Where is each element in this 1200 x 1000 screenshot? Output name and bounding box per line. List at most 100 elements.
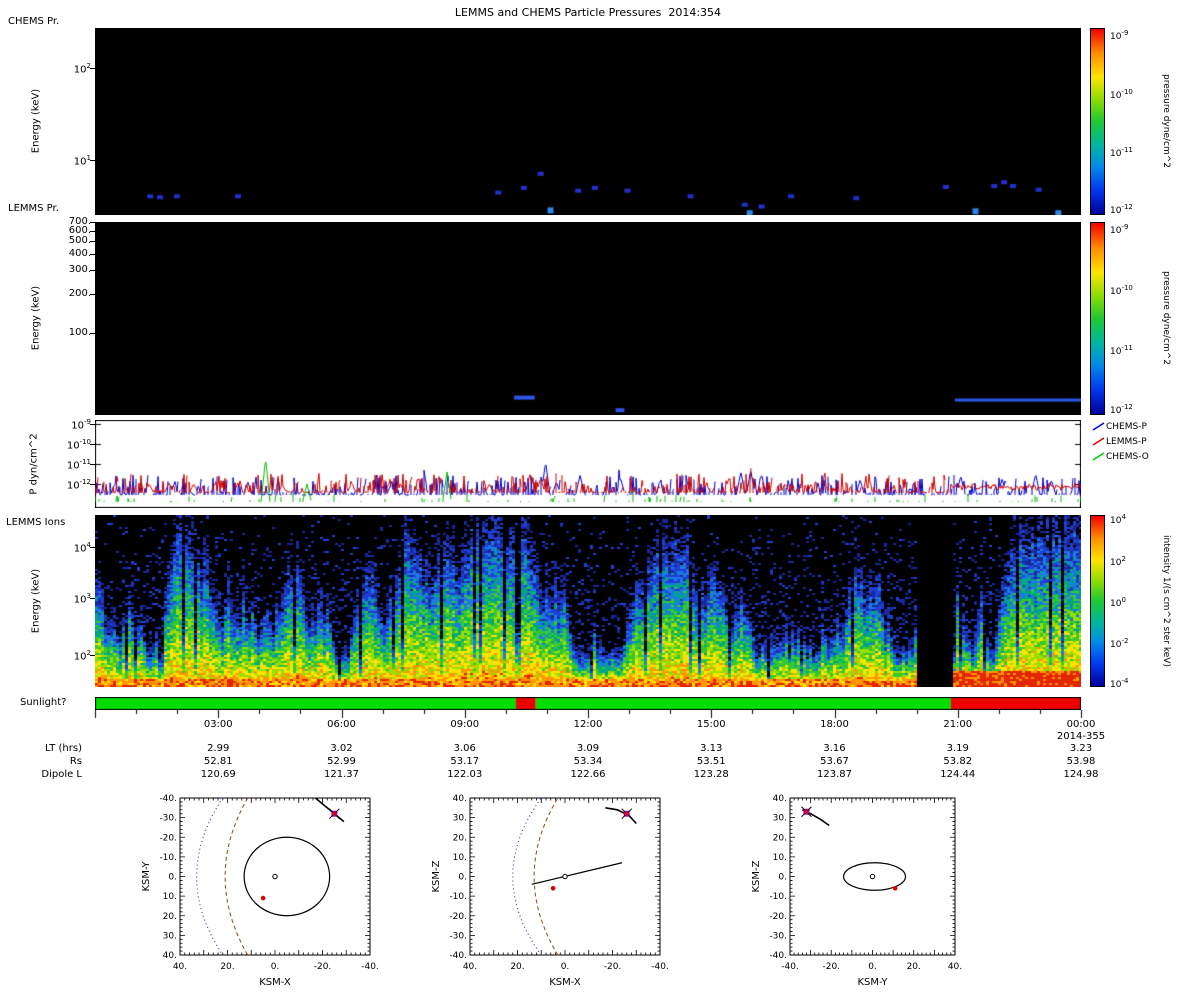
y-tick-mark	[90, 254, 95, 256]
legend-line-lemms-p	[1092, 437, 1105, 446]
colorbar-tick-label: 10-11	[1110, 146, 1133, 160]
lt-hrs-value: 3.16	[823, 743, 846, 754]
y-tick-label: -20.	[449, 912, 467, 922]
y-tick-mark	[90, 68, 95, 70]
x-tick-label: -20.	[314, 962, 332, 972]
y-tick-label: 10.	[453, 853, 467, 863]
y-tick-mark	[90, 270, 95, 272]
legend-label-chems-o: CHEMS-O	[1106, 452, 1149, 462]
colorbar-tick-label: 102	[1110, 554, 1126, 568]
colorbar-tick-label: 10-11	[1110, 344, 1133, 358]
time-tick-label: 21:00	[943, 719, 973, 730]
y-tick-mark	[90, 424, 95, 426]
rs-value: 52.81	[203, 756, 233, 767]
ions-panel-label: LEMMS Ions	[6, 517, 66, 528]
x-tick-label: -40.	[361, 962, 379, 972]
pressure-unit-label-2: pressure dyne/cm^2	[1161, 270, 1171, 366]
colorbar-tick-label: 104	[1110, 513, 1126, 527]
x-tick-label: 20.	[907, 962, 921, 972]
rs-value: 53.17	[450, 756, 480, 767]
y-tick-label: 40.	[453, 794, 467, 804]
y-tick-label: 10.	[773, 853, 787, 863]
x-tick-label: 20.	[510, 962, 524, 972]
y-tick-label: -30.	[449, 931, 467, 941]
legend-line-chems-p	[1092, 422, 1105, 431]
y-tick-label: 30.	[163, 931, 177, 941]
y-tick-label: 10-9	[71, 418, 91, 432]
legend-label-lemms-p: LEMMS-P	[1106, 437, 1147, 447]
dipole-l-value: 123.28	[693, 769, 729, 780]
x-tick-label: -20.	[604, 962, 622, 972]
x-tick-label: 20.	[220, 962, 234, 972]
rs-value: 53.82	[943, 756, 973, 767]
y-axis-label: KSM-Z	[751, 860, 762, 892]
lt-hrs-value: 3.23	[1069, 743, 1093, 754]
y-tick-label: -30.	[159, 814, 177, 824]
magnetopause-curve	[533, 797, 559, 956]
lt-hrs-value: 3.06	[453, 743, 476, 754]
orbit-ellipse	[243, 836, 331, 917]
y-tick-label: 101	[73, 153, 91, 168]
x-tick-label: 0.	[561, 962, 570, 972]
saturn-symbol	[272, 873, 278, 880]
x-tick-label: 40.	[173, 962, 187, 972]
y-tick-label: 200.	[68, 287, 91, 299]
pressure-line-plot	[95, 420, 1081, 508]
y-tick-label: 102	[73, 649, 91, 663]
saturn-symbol	[869, 873, 876, 880]
orbit-plot-orbit_yz: -40. -20. 0. 20. 40. 40. 30. 20. 10. 0. -10. -20. -3…	[751, 794, 962, 988]
x-tick-label: -40.	[651, 962, 669, 972]
time-tick-label: 00:00	[1066, 719, 1096, 730]
legend-item-chems-o: CHEMS-O	[1092, 451, 1149, 462]
colorbar-ions-intensity	[1090, 515, 1105, 687]
y-tick-mark	[90, 655, 95, 656]
y-tick-mark	[90, 230, 95, 232]
y-tick-label: 102	[73, 62, 91, 76]
lemms-panel-label: LEMMS Pr.	[8, 203, 59, 214]
lt-hrs-value: 3.02	[330, 743, 353, 754]
y-tick-label: -10.	[769, 892, 787, 902]
lemms-ions-spectrogram	[95, 515, 1081, 687]
y-tick-label: -20.	[159, 833, 177, 843]
intensity-unit-label: intensity 1/(s cm^2 ster keV)	[1161, 535, 1171, 667]
colorbar-tick-label: 10-12	[1110, 403, 1133, 417]
rs-value: 53.67	[820, 756, 849, 767]
y-tick-label: 103	[73, 592, 91, 606]
time-tick-label: 18:00	[820, 719, 849, 730]
y-tick-mark	[90, 333, 95, 335]
y-tick-label: 10-11	[66, 458, 91, 472]
orbit-plot-orbit_xy: 40. 20. 0. -20. -40. -40. -30. -20. -10. 0. 10. 20.…	[141, 794, 379, 988]
dipole-l-value: 124.98	[1063, 769, 1099, 780]
y-tick-mark	[90, 443, 95, 445]
x-tick-label: 0.	[271, 962, 280, 972]
plot-title: LEMMS and CHEMS Particle Pressures 2014:…	[454, 6, 722, 19]
colorbar-tick-label: 10-12	[1110, 203, 1133, 217]
y-tick-label: 0.	[778, 873, 787, 883]
y-tick-label: 40.	[163, 951, 177, 961]
sunlight-indicator-bar	[95, 697, 1081, 710]
rs-row-label: Rs	[69, 756, 82, 767]
y-tick-mark	[90, 484, 95, 486]
y-tick-label: 40.	[773, 794, 787, 804]
trajectory-line	[605, 807, 637, 825]
dipole-l-value: 121.37	[324, 769, 359, 780]
x-tick-label: 0.	[868, 962, 877, 972]
lt-row-label: LT (hrs)	[45, 743, 82, 754]
y-tick-label: 0.	[168, 873, 177, 883]
y-tick-label: 20.	[773, 833, 787, 843]
orbit-plot-orbit_xz: 40. 20. 0. -20. -40.40.30.20.10.0.-10.-20.-3…	[431, 794, 669, 988]
y-tick-mark	[90, 241, 95, 243]
chems-pressure-spectrogram	[95, 28, 1081, 215]
y-tick-mark	[90, 464, 95, 465]
colorbar-tick-label: 10-9	[1110, 222, 1129, 236]
rs-value: 52.99	[327, 756, 356, 767]
colorbar-tick-label: 10-2	[1110, 637, 1129, 651]
spacecraft-marker-dot	[332, 812, 337, 816]
position-dot	[550, 885, 556, 891]
chems-energy-axis-label: Energy (keV)	[30, 88, 42, 154]
legend-item-chems-p: CHEMS-P	[1092, 421, 1147, 432]
y-tick-mark	[90, 222, 95, 223]
y-axis-label: KSM-Y	[141, 861, 152, 892]
colorbar-tick-label: 10-10	[1110, 87, 1133, 101]
x-tick-label: -40.	[781, 962, 799, 972]
